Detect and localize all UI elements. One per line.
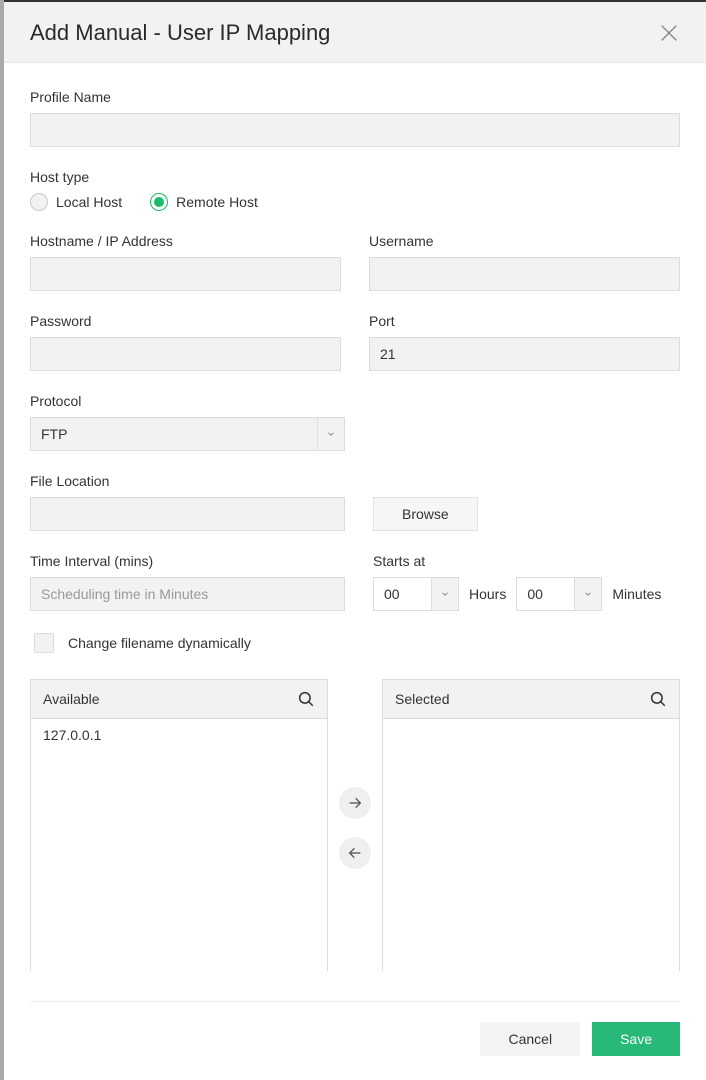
starts-minutes-value[interactable] bbox=[516, 577, 574, 611]
file-location-input[interactable] bbox=[30, 497, 345, 531]
dialog-title: Add Manual - User IP Mapping bbox=[30, 20, 330, 46]
host-type-label: Host type bbox=[30, 169, 680, 185]
arrow-left-icon bbox=[347, 845, 363, 861]
profile-name-input[interactable] bbox=[30, 113, 680, 147]
chevron-down-icon[interactable] bbox=[317, 417, 345, 451]
time-interval-input[interactable] bbox=[30, 577, 345, 611]
starts-hours-select[interactable] bbox=[373, 577, 459, 611]
save-button[interactable]: Save bbox=[592, 1022, 680, 1056]
file-location-label: File Location bbox=[30, 473, 680, 489]
port-input[interactable] bbox=[369, 337, 680, 371]
radio-remote-host[interactable]: Remote Host bbox=[150, 193, 258, 211]
available-list[interactable]: 127.0.0.1 bbox=[31, 719, 327, 971]
chevron-down-icon[interactable] bbox=[574, 577, 602, 611]
password-label: Password bbox=[30, 313, 341, 329]
close-icon[interactable] bbox=[658, 22, 680, 44]
dialog-body: Profile Name Host type Local Host Remote… bbox=[4, 63, 706, 971]
selected-panel: Selected bbox=[382, 679, 680, 971]
protocol-select[interactable] bbox=[30, 417, 345, 451]
starts-minutes-select[interactable] bbox=[516, 577, 602, 611]
available-label: Available bbox=[43, 691, 100, 707]
port-label: Port bbox=[369, 313, 680, 329]
username-input[interactable] bbox=[369, 257, 680, 291]
dialog-add-manual-user-ip-mapping: Add Manual - User IP Mapping Profile Nam… bbox=[4, 0, 706, 1080]
hostname-input[interactable] bbox=[30, 257, 341, 291]
protocol-value[interactable] bbox=[30, 417, 317, 451]
chevron-down-icon[interactable] bbox=[431, 577, 459, 611]
starts-hours-value[interactable] bbox=[373, 577, 431, 611]
radio-remote-host-label: Remote Host bbox=[176, 194, 258, 210]
arrow-right-icon bbox=[347, 795, 363, 811]
search-icon[interactable] bbox=[649, 690, 667, 708]
search-icon[interactable] bbox=[297, 690, 315, 708]
starts-at-label: Starts at bbox=[373, 553, 680, 569]
selected-list[interactable] bbox=[383, 719, 679, 971]
list-item[interactable]: 127.0.0.1 bbox=[31, 719, 327, 751]
time-interval-label: Time Interval (mins) bbox=[30, 553, 345, 569]
dialog-header: Add Manual - User IP Mapping bbox=[4, 2, 706, 63]
radio-local-host[interactable]: Local Host bbox=[30, 193, 122, 211]
selected-label: Selected bbox=[395, 691, 449, 707]
dialog-footer: Cancel Save bbox=[30, 1001, 680, 1080]
browse-button[interactable]: Browse bbox=[373, 497, 478, 531]
username-label: Username bbox=[369, 233, 680, 249]
profile-name-label: Profile Name bbox=[30, 89, 680, 105]
minutes-label: Minutes bbox=[612, 586, 661, 602]
move-right-button[interactable] bbox=[339, 787, 371, 819]
change-filename-label: Change filename dynamically bbox=[68, 635, 251, 651]
radio-icon bbox=[30, 193, 48, 211]
protocol-label: Protocol bbox=[30, 393, 345, 409]
radio-icon bbox=[150, 193, 168, 211]
move-left-button[interactable] bbox=[339, 837, 371, 869]
cancel-button[interactable]: Cancel bbox=[480, 1022, 580, 1056]
available-panel: Available 127.0.0.1 bbox=[30, 679, 328, 971]
hostname-label: Hostname / IP Address bbox=[30, 233, 341, 249]
hours-label: Hours bbox=[469, 586, 506, 602]
change-filename-checkbox[interactable] bbox=[34, 633, 54, 653]
password-input[interactable] bbox=[30, 337, 341, 371]
radio-local-host-label: Local Host bbox=[56, 194, 122, 210]
